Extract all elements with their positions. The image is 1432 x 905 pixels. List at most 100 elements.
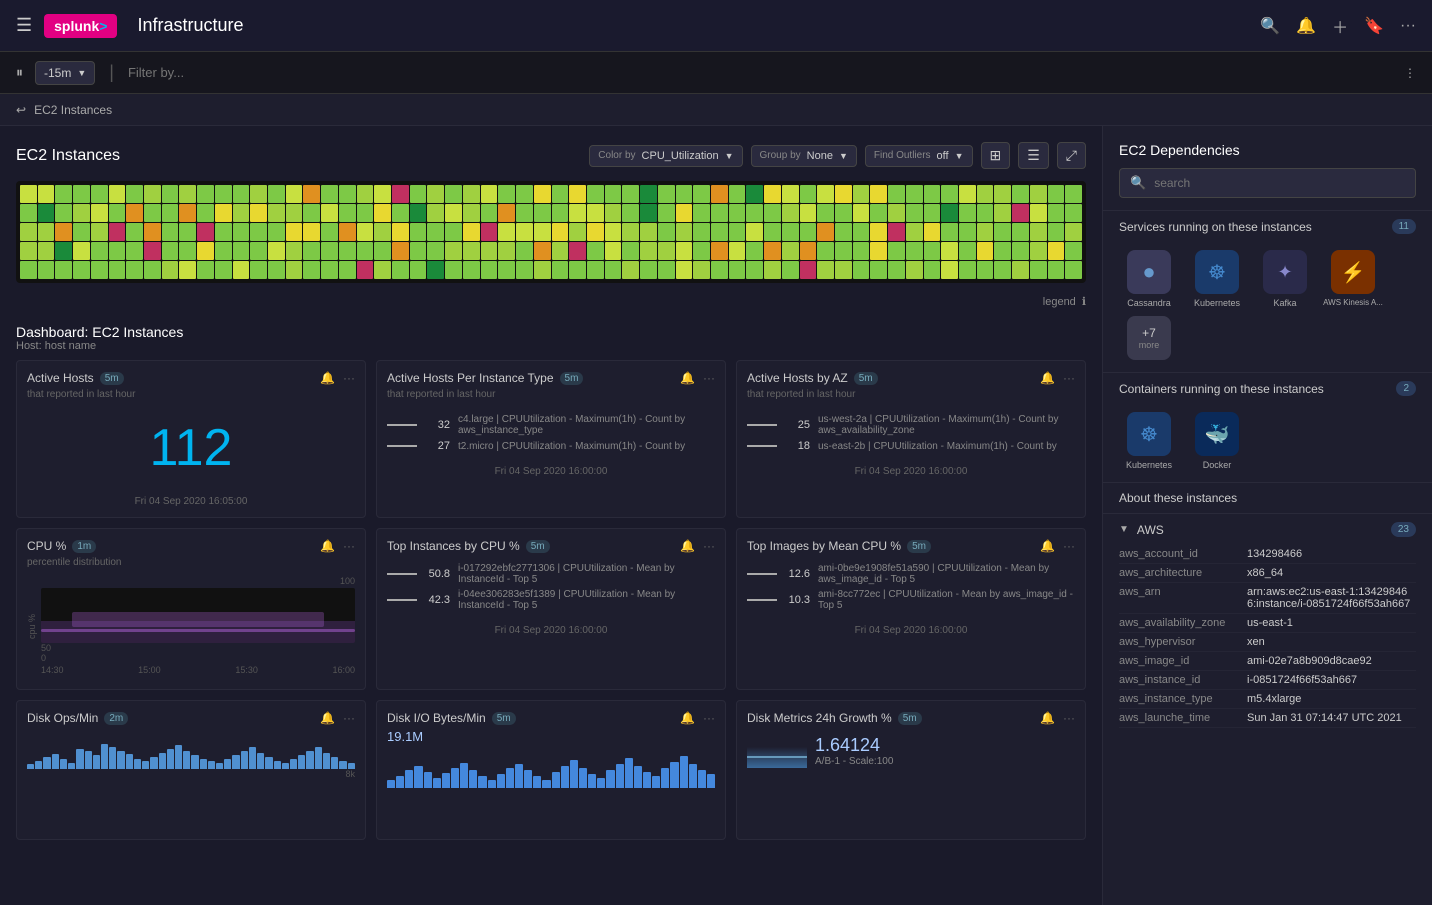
heatmap-cell[interactable]	[1012, 242, 1029, 260]
heatmap-cell[interactable]	[427, 223, 444, 241]
heatmap-cell[interactable]	[463, 242, 480, 260]
heatmap-cell[interactable]	[410, 242, 427, 260]
heatmap-cell[interactable]	[676, 261, 693, 279]
heatmap-cell[interactable]	[658, 261, 675, 279]
heatmap-cell[interactable]	[569, 261, 586, 279]
heatmap-cell[interactable]	[782, 204, 799, 222]
heatmap-cell[interactable]	[268, 204, 285, 222]
heatmap-cell[interactable]	[73, 185, 90, 203]
heatmap-cell[interactable]	[977, 261, 994, 279]
heatmap-cell[interactable]	[38, 223, 55, 241]
heatmap-cell[interactable]	[658, 204, 675, 222]
heatmap-cell[interactable]	[516, 185, 533, 203]
heatmap-cell[interactable]	[587, 204, 604, 222]
heatmap-cell[interactable]	[676, 185, 693, 203]
heatmap-cell[interactable]	[392, 204, 409, 222]
splunk-logo[interactable]: splunk>	[44, 14, 117, 38]
heatmap-cell[interactable]	[197, 223, 214, 241]
heatmap-cell[interactable]	[941, 261, 958, 279]
heatmap-cell[interactable]	[410, 185, 427, 203]
heatmap-cell[interactable]	[587, 261, 604, 279]
heatmap-cell[interactable]	[835, 204, 852, 222]
color-by-select[interactable]: Color by CPU_Utilization ▼	[589, 145, 742, 167]
heatmap-cell[interactable]	[38, 261, 55, 279]
heatmap-cell[interactable]	[179, 204, 196, 222]
heatmap-cell[interactable]	[658, 242, 675, 260]
heatmap-cell[interactable]	[374, 204, 391, 222]
heatmap-cell[interactable]	[941, 223, 958, 241]
heatmap-cell[interactable]	[888, 242, 905, 260]
heatmap-cell[interactable]	[1030, 223, 1047, 241]
heatmap-cell[interactable]	[463, 204, 480, 222]
search-nav-icon[interactable]: 🔍	[1260, 16, 1280, 36]
heatmap-cell[interactable]	[676, 223, 693, 241]
expand-button[interactable]: ⤢	[1057, 142, 1086, 169]
heatmap-cell[interactable]	[711, 242, 728, 260]
more-card-icon[interactable]: ···	[703, 371, 715, 385]
heatmap-cell[interactable]	[197, 261, 214, 279]
heatmap-cell[interactable]	[1065, 261, 1082, 279]
heatmap-cell[interactable]	[693, 242, 710, 260]
heatmap-grid[interactable]	[20, 185, 1082, 279]
heatmap-cell[interactable]	[357, 185, 374, 203]
heatmap-cell[interactable]	[55, 242, 72, 260]
heatmap-cell[interactable]	[924, 242, 941, 260]
heatmap-cell[interactable]	[303, 261, 320, 279]
heatmap-cell[interactable]	[906, 261, 923, 279]
heatmap-cell[interactable]	[498, 204, 515, 222]
heatmap-cell[interactable]	[516, 261, 533, 279]
bell-card-icon[interactable]: 🔔	[1040, 711, 1055, 725]
heatmap-cell[interactable]	[729, 185, 746, 203]
heatmap-cell[interactable]	[73, 204, 90, 222]
heatmap-cell[interactable]	[587, 223, 604, 241]
more-card-icon[interactable]: ···	[1063, 539, 1075, 553]
heatmap-cell[interactable]	[746, 223, 763, 241]
breadcrumb-back-icon[interactable]: ↩	[16, 103, 26, 117]
heatmap-cell[interactable]	[764, 204, 781, 222]
heatmap-cell[interactable]	[144, 223, 161, 241]
heatmap-cell[interactable]	[445, 223, 462, 241]
bell-card-icon[interactable]: 🔔	[680, 371, 695, 385]
heatmap-cell[interactable]	[906, 185, 923, 203]
heatmap-cell[interactable]	[374, 242, 391, 260]
heatmap-cell[interactable]	[445, 204, 462, 222]
heatmap-cell[interactable]	[215, 185, 232, 203]
heatmap-cell[interactable]	[959, 204, 976, 222]
container-docker[interactable]: 🐳 Docker	[1187, 412, 1247, 470]
heatmap-cell[interactable]	[215, 223, 232, 241]
heatmap-cell[interactable]	[552, 204, 569, 222]
more-card-icon[interactable]: ···	[703, 539, 715, 553]
heatmap-cell[interactable]	[888, 223, 905, 241]
heatmap-cell[interactable]	[463, 223, 480, 241]
more-nav-icon[interactable]: ···	[1400, 17, 1416, 35]
heatmap-cell[interactable]	[994, 242, 1011, 260]
heatmap-cell[interactable]	[835, 242, 852, 260]
service-aws-kinesis[interactable]: ⚡ AWS Kinesis A...	[1323, 250, 1383, 308]
heatmap-cell[interactable]	[321, 223, 338, 241]
bell-card-icon[interactable]: 🔔	[320, 371, 335, 385]
heatmap-cell[interactable]	[534, 185, 551, 203]
heatmap-cell[interactable]	[374, 261, 391, 279]
heatmap-cell[interactable]	[498, 242, 515, 260]
heatmap-cell[interactable]	[1065, 204, 1082, 222]
list-view-button[interactable]: ☰	[1018, 142, 1049, 169]
heatmap-cell[interactable]	[959, 185, 976, 203]
heatmap-cell[interactable]	[427, 204, 444, 222]
heatmap-cell[interactable]	[481, 185, 498, 203]
heatmap-cell[interactable]	[250, 204, 267, 222]
heatmap-cell[interactable]	[711, 185, 728, 203]
heatmap-cell[interactable]	[1012, 204, 1029, 222]
heatmap-cell[interactable]	[569, 223, 586, 241]
heatmap-cell[interactable]	[144, 204, 161, 222]
bell-card-icon[interactable]: 🔔	[680, 539, 695, 553]
heatmap-cell[interactable]	[870, 223, 887, 241]
heatmap-cell[interactable]	[782, 223, 799, 241]
heatmap-cell[interactable]	[91, 185, 108, 203]
heatmap-cell[interactable]	[853, 204, 870, 222]
heatmap-cell[interactable]	[782, 261, 799, 279]
heatmap-cell[interactable]	[162, 242, 179, 260]
heatmap-cell[interactable]	[250, 185, 267, 203]
heatmap-cell[interactable]	[38, 242, 55, 260]
heatmap-cell[interactable]	[977, 185, 994, 203]
heatmap-cell[interactable]	[339, 185, 356, 203]
